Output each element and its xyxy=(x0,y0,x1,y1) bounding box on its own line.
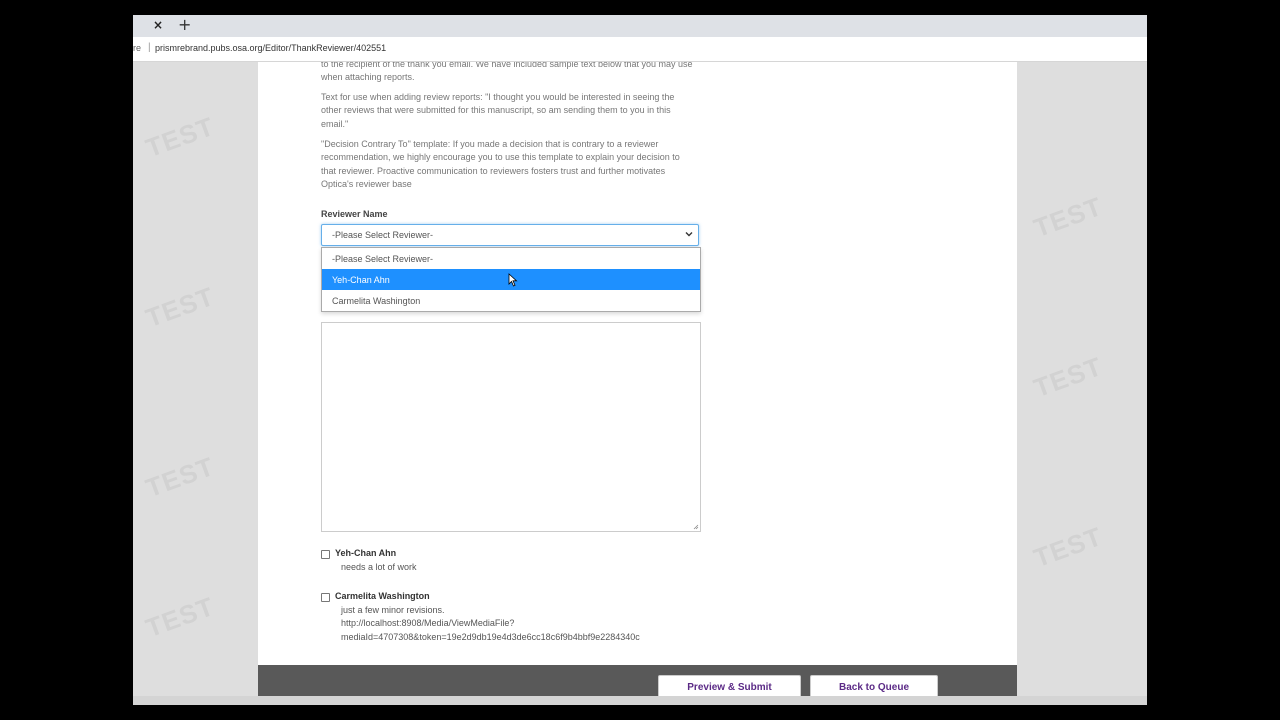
instruction-text: to the recipient of the thank you email.… xyxy=(321,62,693,83)
reviewer-option-carmelita-washington[interactable]: Carmelita Washington xyxy=(322,290,700,311)
decision-contrary-text: "Decision Contrary To" template: If you … xyxy=(321,139,680,190)
watermark: TEST xyxy=(141,450,219,504)
address-prefix: re xyxy=(133,43,142,53)
review-attachment-link[interactable]: mediaId=4707308&token=19e2d9db19e4d3de6c… xyxy=(341,631,681,644)
back-to-queue-button[interactable]: Back to Queue xyxy=(810,675,938,696)
reviewer-select[interactable]: -Please Select Reviewer- xyxy=(321,224,699,246)
review-attachment-link[interactable]: http://localhost:8908/Media/ViewMediaFil… xyxy=(341,617,681,630)
review-checkbox-yeh-chan-ahn[interactable] xyxy=(321,550,330,559)
review-comment: needs a lot of work xyxy=(341,561,681,574)
tab-strip: × + xyxy=(133,15,1147,37)
address-separator: | xyxy=(148,42,151,53)
page-viewport: TEST TEST TEST TEST TEST TEST TEST to th… xyxy=(133,62,1147,696)
reviewer-name-label: Reviewer Name xyxy=(321,209,388,219)
review-comment-line: just a few minor revisions. xyxy=(341,605,445,615)
reviewer-option-placeholder[interactable]: -Please Select Reviewer- xyxy=(322,248,700,269)
close-tab-icon[interactable]: × xyxy=(153,18,163,32)
new-tab-icon[interactable]: + xyxy=(178,15,191,34)
reviewer-name: Yeh-Chan Ahn xyxy=(335,548,397,558)
preview-submit-button[interactable]: Preview & Submit xyxy=(658,675,801,696)
resize-handle-icon[interactable] xyxy=(693,524,699,530)
watermark: TEST xyxy=(141,110,219,164)
review-comment: just a few minor revisions. http://local… xyxy=(341,604,681,644)
main-content: to the recipient of the thank you email.… xyxy=(258,62,1017,696)
action-footer: Preview & Submit Back to Queue xyxy=(258,665,1017,696)
reviewer-name: Carmelita Washington xyxy=(335,591,430,601)
reviewer-select-value: -Please Select Reviewer- xyxy=(332,230,434,240)
watermark: TEST xyxy=(1029,350,1107,404)
horizontal-scrollbar[interactable] xyxy=(133,696,1147,705)
browser-window: × + re | prismrebrand.pubs.osa.org/Edito… xyxy=(133,15,1147,705)
chevron-down-icon xyxy=(685,232,693,237)
mouse-cursor-icon xyxy=(508,273,518,287)
watermark: TEST xyxy=(1029,520,1107,574)
address-bar[interactable]: re | prismrebrand.pubs.osa.org/Editor/Th… xyxy=(133,37,1147,62)
watermark: TEST xyxy=(141,280,219,334)
watermark: TEST xyxy=(141,590,219,644)
review-reports-text: Text for use when adding review reports:… xyxy=(321,92,675,129)
review-comment-line: needs a lot of work xyxy=(341,562,417,572)
watermark: TEST xyxy=(1029,190,1107,244)
review-checkbox-carmelita-washington[interactable] xyxy=(321,593,330,602)
url-text[interactable]: prismrebrand.pubs.osa.org/Editor/ThankRe… xyxy=(155,43,386,53)
message-textarea[interactable] xyxy=(321,322,701,532)
